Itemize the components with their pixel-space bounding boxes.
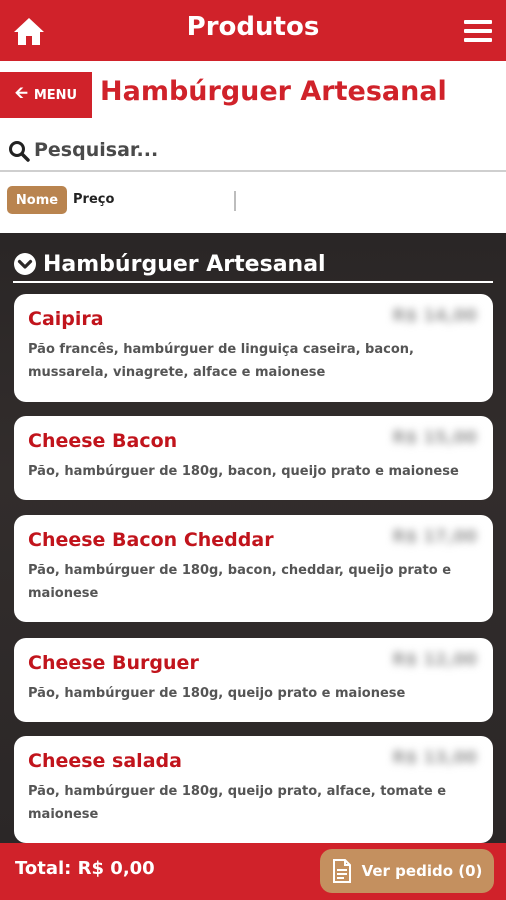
product-description: Pão, hambúrguer de 180g, queijo prato, a…	[28, 784, 447, 822]
search-icon	[9, 141, 30, 162]
product-price: R$ 17,00	[392, 527, 477, 547]
product-card[interactable]: Cheese Burguer Pão, hambúrguer de 180g, …	[14, 638, 493, 722]
product-price: R$ 13,00	[392, 748, 477, 768]
product-price: R$ 14,00	[392, 306, 477, 326]
view-order-button[interactable]: Ver pedido (0)	[320, 849, 494, 893]
sort-options: Nome Preço	[0, 186, 506, 216]
product-price: R$ 12,00	[392, 650, 477, 670]
product-card[interactable]: Caipira Pão francês, hambúrguer de lingu…	[14, 294, 493, 402]
sort-by-price-button[interactable]: Preço	[73, 192, 114, 207]
top-app-bar: Produtos	[0, 0, 506, 61]
order-total: Total: R$ 0,00	[15, 858, 155, 879]
category-title: Hambúrguer Artesanal	[43, 251, 326, 277]
view-order-label: Ver pedido (0)	[361, 862, 483, 880]
product-description: Pão francês, hambúrguer de linguiça case…	[28, 342, 414, 380]
bottom-bar: Total: R$ 0,00 Ver pedido (0)	[0, 843, 506, 900]
search-bar	[0, 130, 506, 172]
document-icon	[332, 859, 351, 883]
category-header[interactable]: Hambúrguer Artesanal	[13, 247, 493, 283]
divider	[234, 191, 236, 211]
hamburger-menu-icon[interactable]	[464, 20, 492, 42]
page-title: Hambúrguer Artesanal	[100, 76, 447, 107]
product-description: Pão, hambúrguer de 180g, bacon, queijo p…	[28, 464, 459, 479]
back-to-menu-button[interactable]: 🡨 MENU	[0, 72, 92, 118]
product-card[interactable]: Cheese Bacon Cheddar Pão, hambúrguer de …	[14, 515, 493, 622]
sort-by-name-button[interactable]: Nome	[7, 186, 67, 214]
search-input[interactable]	[34, 134, 494, 166]
product-price: R$ 15,00	[392, 428, 477, 448]
product-card[interactable]: Cheese salada Pão, hambúrguer de 180g, q…	[14, 736, 493, 843]
product-description: Pão, hambúrguer de 180g, bacon, cheddar,…	[28, 563, 452, 601]
app-title: Produtos	[186, 12, 320, 42]
chevron-down-circle-icon	[14, 253, 36, 275]
product-card[interactable]: Cheese Bacon Pão, hambúrguer de 180g, ba…	[14, 416, 493, 500]
product-description: Pão, hambúrguer de 180g, queijo prato e …	[28, 686, 406, 701]
arrow-left-icon: 🡨	[14, 82, 28, 102]
product-list[interactable]: Hambúrguer Artesanal Caipira Pão francês…	[0, 233, 506, 843]
back-button-label: MENU	[33, 87, 78, 103]
